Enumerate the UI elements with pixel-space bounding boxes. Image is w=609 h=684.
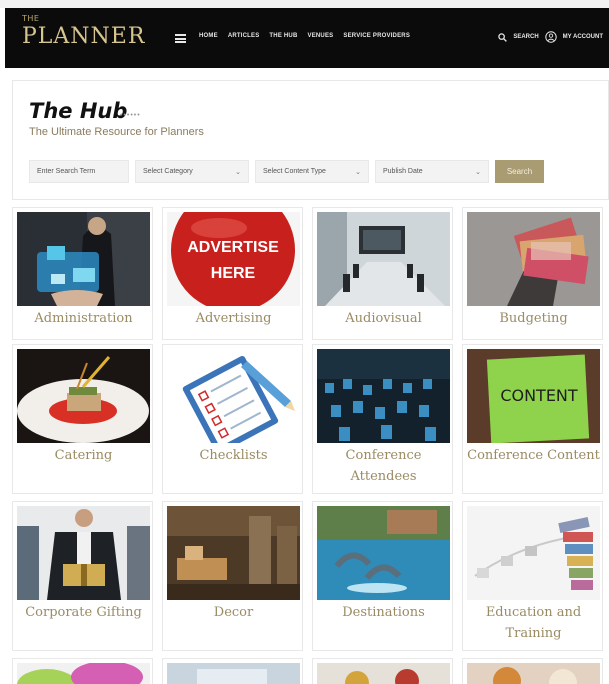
advertise-line-1: ADVERTISE	[187, 239, 279, 256]
nav-the-hub[interactable]: The Hub	[269, 33, 297, 39]
checklists-image	[167, 349, 300, 443]
category-select[interactable]: Select Category ⌄	[135, 160, 249, 183]
category-tile-decor[interactable]: Decor	[162, 501, 303, 651]
category-label: Conference Content	[467, 448, 600, 463]
publish-date-select-value: Publish Date	[383, 168, 423, 175]
logo-planner: PLANNER	[22, 24, 146, 49]
category-label: Catering	[54, 448, 113, 463]
category-tile-partial[interactable]	[312, 658, 453, 684]
filter-bar: Enter Search Term Select Category ⌄ Sele…	[29, 160, 544, 183]
category-tile-partial[interactable]	[12, 658, 153, 684]
audiovisual-image	[317, 212, 450, 306]
category-label: Decor	[213, 605, 254, 620]
corporate-gifting-image	[17, 506, 150, 600]
category-label: Destinations	[342, 605, 425, 620]
category-tile-catering[interactable]: Catering	[12, 344, 153, 494]
title-decoration: ••••••	[120, 112, 141, 119]
administration-image	[17, 212, 150, 306]
header-actions: Search My Account	[498, 31, 603, 43]
category-label: Conference Attendees	[345, 448, 422, 484]
category-tile-education-and-training[interactable]: Education and Training	[462, 501, 603, 651]
search-input[interactable]: Enter Search Term	[29, 160, 129, 183]
category-label: Advertising	[195, 311, 272, 326]
category-tile-partial[interactable]	[162, 658, 303, 684]
education-and-training-image	[467, 506, 600, 600]
logo-the: THE	[22, 14, 40, 23]
category-tile-corporate-gifting[interactable]: Corporate Gifting	[12, 501, 153, 651]
category-label: Audiovisual	[345, 311, 422, 326]
chevron-down-icon: ⌄	[475, 168, 481, 176]
category-label: Education and Training	[485, 605, 582, 641]
category-label: Administration	[34, 311, 133, 326]
category-label: Budgeting	[499, 311, 568, 326]
conference-attendees-image	[317, 349, 450, 443]
search-input-placeholder: Enter Search Term	[37, 168, 96, 175]
category-tile-advertising[interactable]: ADVERTISE HERE Advertising	[162, 207, 303, 340]
partial-image	[17, 663, 150, 684]
category-select-value: Select Category	[143, 168, 193, 175]
nav-home[interactable]: Home	[199, 33, 218, 39]
category-tile-checklists[interactable]: Checklists	[162, 344, 303, 494]
search-icon[interactable]	[498, 32, 508, 42]
top-strip	[0, 0, 609, 8]
site-header: THE PLANNER Home Articles The Hub Venues…	[5, 8, 609, 68]
category-tile-destinations[interactable]: Destinations	[312, 501, 453, 651]
search-link[interactable]: Search	[513, 34, 538, 40]
advertise-line-2: HERE	[211, 265, 256, 282]
search-button[interactable]: Search	[495, 160, 544, 183]
site-logo[interactable]: THE PLANNER	[22, 14, 144, 62]
category-label: Checklists	[199, 448, 268, 463]
catering-image	[17, 349, 150, 443]
page-subtitle: The Ultimate Resource for Planners	[29, 126, 204, 138]
hub-search-panel: The Hub •••••• The Ultimate Resource for…	[12, 80, 609, 200]
publish-date-select[interactable]: Publish Date ⌄	[375, 160, 489, 183]
advertising-image: ADVERTISE HERE	[167, 212, 300, 306]
main-nav: Home Articles The Hub Venues Service Pro…	[199, 33, 410, 39]
category-tile-audiovisual[interactable]: Audiovisual	[312, 207, 453, 340]
content-type-select[interactable]: Select Content Type ⌄	[255, 160, 369, 183]
destinations-image	[317, 506, 450, 600]
content-type-select-value: Select Content Type	[263, 168, 326, 175]
category-label: Corporate Gifting	[25, 605, 142, 620]
chevron-down-icon: ⌄	[355, 168, 361, 176]
nav-venues[interactable]: Venues	[308, 33, 334, 39]
partial-image	[467, 663, 600, 684]
category-tile-administration[interactable]: Administration	[12, 207, 153, 340]
page-title: The Hub	[29, 99, 128, 123]
partial-image	[167, 663, 300, 684]
user-icon[interactable]	[544, 31, 557, 43]
category-tile-conference-attendees[interactable]: Conference Attendees	[312, 344, 453, 494]
chevron-down-icon: ⌄	[235, 168, 241, 176]
category-tile-partial[interactable]	[462, 658, 603, 684]
category-tile-conference-content[interactable]: CONTENT Conference Content	[462, 344, 603, 494]
decor-image	[167, 506, 300, 600]
content-note-text: CONTENT	[500, 386, 578, 405]
my-account-link[interactable]: My Account	[563, 34, 603, 40]
nav-service-providers[interactable]: Service Providers	[343, 33, 410, 39]
conference-content-image: CONTENT	[467, 349, 600, 443]
partial-image	[317, 663, 450, 684]
hamburger-icon[interactable]	[175, 34, 186, 43]
budgeting-image	[467, 212, 600, 306]
nav-articles[interactable]: Articles	[228, 33, 260, 39]
category-tile-budgeting[interactable]: Budgeting	[462, 207, 603, 340]
